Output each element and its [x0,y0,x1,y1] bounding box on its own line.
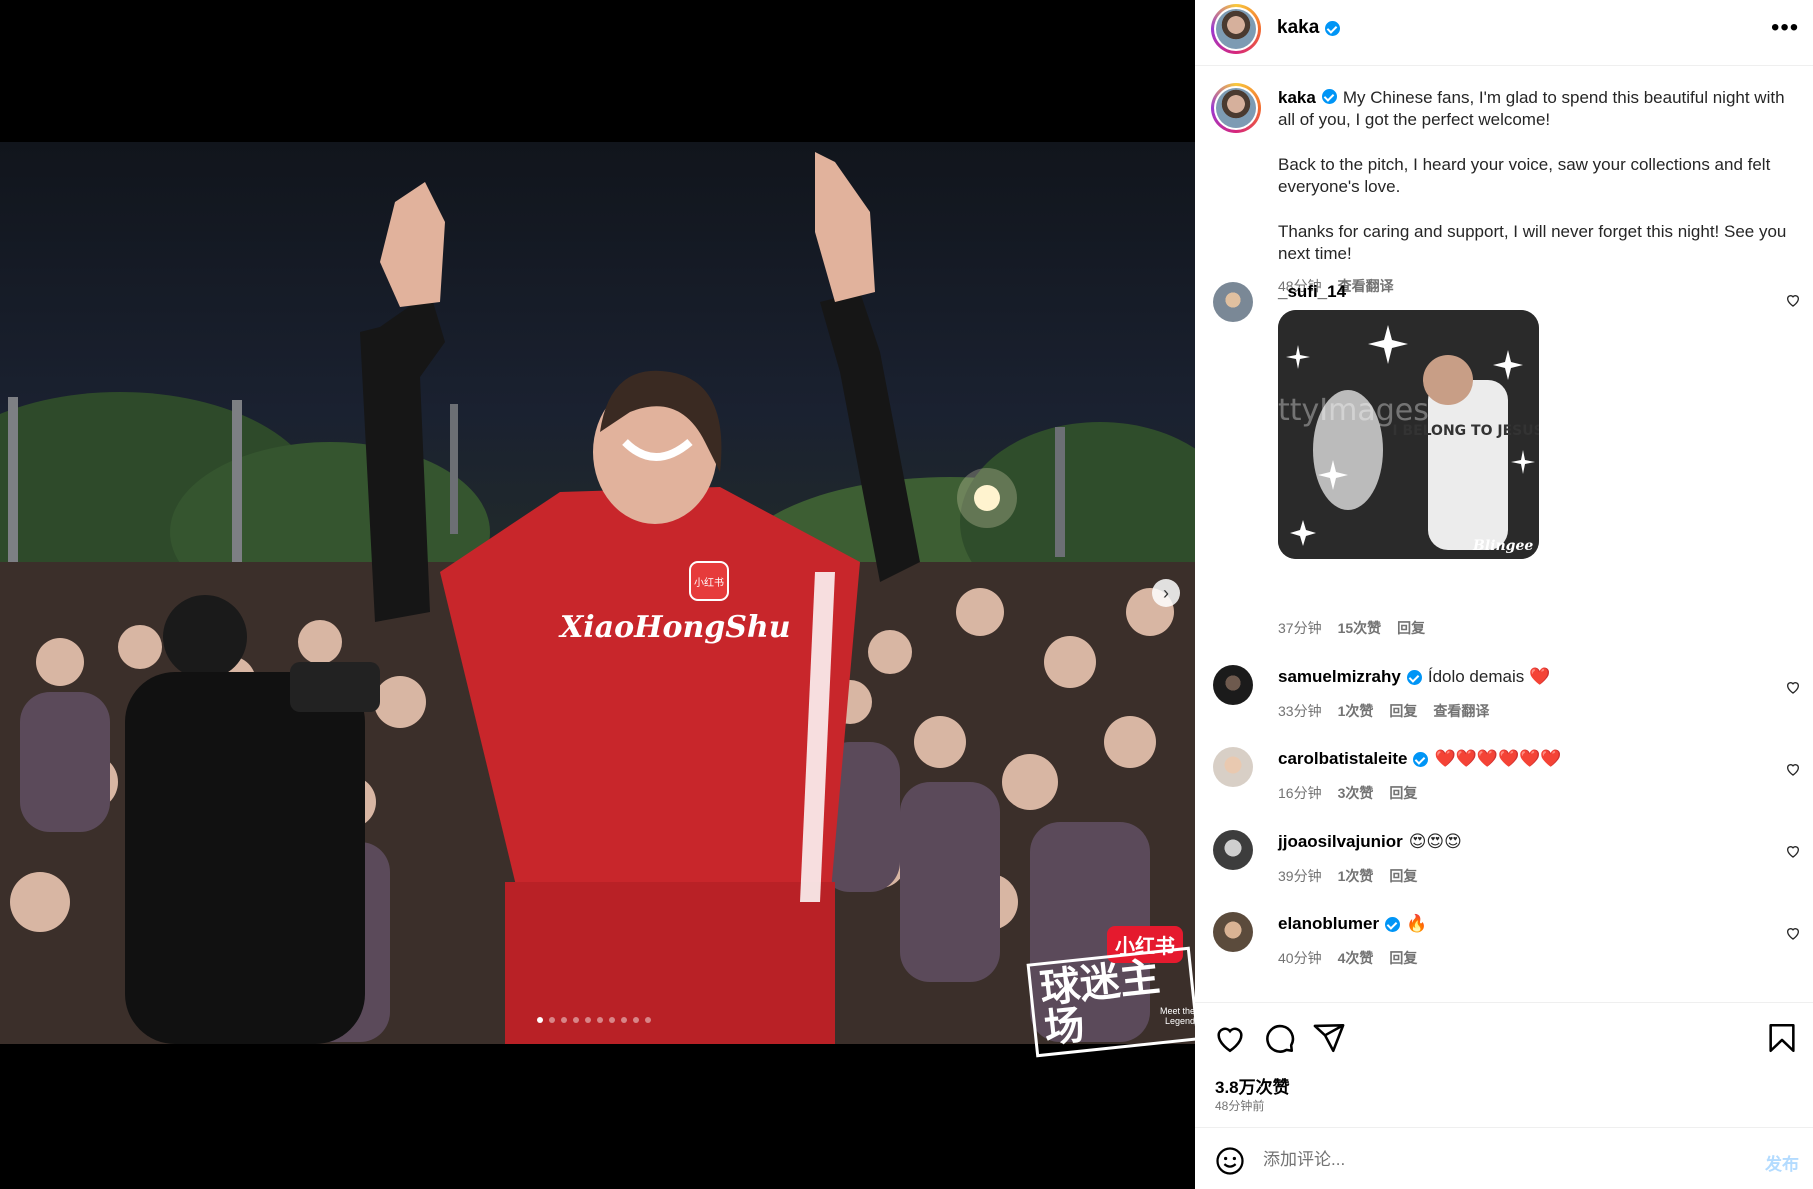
comment-text: Ídolo demais ❤️ [1427,667,1551,686]
comment-time: 16分钟 [1278,785,1322,801]
avatar[interactable] [1213,282,1253,322]
carousel-dot[interactable] [585,1017,591,1023]
post-comment-button[interactable]: 发布 [1765,1150,1799,1175]
verified-icon [1406,669,1422,685]
likes-count[interactable]: 3.8万次赞 [1215,1073,1290,1098]
caption: kaka My Chinese fans, I'm glad to spend t… [1278,87,1798,288]
comment-input[interactable] [1263,1143,1683,1177]
carousel-dot[interactable] [621,1017,627,1023]
add-comment-bar: 发布 [1195,1127,1813,1189]
share-icon[interactable] [1312,1021,1346,1055]
chevron-right-icon: › [1163,582,1169,603]
comment-body: _sufi_14 [1278,282,1346,302]
gif-brand: Blingee [1472,538,1533,554]
watermark-small: Meet the Legend [1159,1006,1195,1026]
post-header: kaka ••• [1195,0,1813,66]
comments-scroll[interactable]: kaka My Chinese fans, I'm glad to spend t… [1195,67,1813,1001]
heart-icon[interactable] [1785,679,1801,695]
verified-icon [1325,20,1341,36]
carousel-dot[interactable] [609,1017,615,1023]
watermark-white: 球迷主场 [1026,946,1195,1058]
carousel-dot[interactable] [537,1017,543,1023]
comment-body: carolbatistaleite ❤️❤️❤️❤️❤️❤️ [1278,749,1561,769]
comment-username[interactable]: samuelmizrahy [1278,667,1401,687]
avatar[interactable] [1213,912,1253,952]
comment-time: 39分钟 [1278,868,1322,884]
comment-meta: 40分钟 4次赞 回复 [1278,948,1417,968]
comment-username[interactable]: carolbatistaleite [1278,749,1407,769]
heart-icon[interactable] [1213,1021,1247,1055]
heart-icon[interactable] [1785,843,1801,859]
caption-line-2: Back to the pitch, I heard your voice, s… [1278,155,1771,196]
comment-icon[interactable] [1262,1021,1296,1055]
comment-time: 33分钟 [1278,703,1322,719]
comment-text: 😍😍😍 [1408,832,1462,851]
comment-likes[interactable]: 3次赞 [1338,783,1374,803]
more-options-icon[interactable]: ••• [1771,14,1799,42]
reply-button[interactable]: 回复 [1389,783,1417,803]
see-translation-link[interactable]: 查看翻译 [1433,701,1489,721]
comment-text: 🔥 [1406,914,1428,933]
bookmark-icon[interactable] [1765,1021,1799,1055]
comment-body: jjoaosilvajunior 😍😍😍 [1278,832,1462,852]
comment-meta: 16分钟 3次赞 回复 [1278,783,1417,803]
reply-button[interactable]: 回复 [1397,618,1425,638]
comment-text: ❤️❤️❤️❤️❤️❤️ [1434,749,1562,768]
comment-body: elanoblumer 🔥 [1278,914,1427,934]
verified-icon [1385,916,1401,932]
post-photo: XiaoHongShu 小红书 [0,142,1195,1044]
avatar[interactable] [1213,830,1253,870]
avatar[interactable] [1213,747,1253,787]
comment-username[interactable]: elanoblumer [1278,914,1379,934]
reply-button[interactable]: 回复 [1389,701,1417,721]
carousel-dot[interactable] [645,1017,651,1023]
comment-body: samuelmizrahy Ídolo demais ❤️ [1278,667,1550,687]
post-actions: 3.8万次赞 48分钟前 [1195,1002,1813,1127]
comment-likes[interactable]: 4次赞 [1338,948,1374,968]
jersey-badge: 小红书 [694,576,724,589]
caption-line-3: Thanks for caring and support, I will ne… [1278,222,1787,263]
caption-username[interactable]: kaka [1278,88,1316,107]
jersey-text: XiaoHongShu [558,610,791,645]
comment-username[interactable]: _sufi_14 [1278,282,1346,302]
emoji-icon[interactable] [1215,1146,1245,1176]
carousel-dots [537,1017,651,1023]
gif-illustration: I BELONG TO JESUS ttyImages Blingee [1278,310,1539,559]
next-slide-button[interactable]: › [1152,579,1180,607]
comment-username[interactable]: jjoaosilvajunior [1278,832,1403,852]
carousel-dot[interactable] [633,1017,639,1023]
photo-illustration: XiaoHongShu 小红书 [0,152,1195,1044]
verified-icon [1413,751,1429,767]
post-time: 48分钟前 [1215,1099,1265,1113]
comment-likes[interactable]: 1次赞 [1338,866,1374,886]
comment-time: 40分钟 [1278,950,1322,966]
comment-likes[interactable]: 1次赞 [1338,701,1374,721]
carousel-dot[interactable] [597,1017,603,1023]
gif-watermark: ttyImages [1278,393,1429,428]
carousel-dot[interactable] [573,1017,579,1023]
comment-meta: 39分钟 1次赞 回复 [1278,866,1417,886]
username-text[interactable]: kaka [1277,17,1319,39]
reply-button[interactable]: 回复 [1389,866,1417,886]
caption-avatar[interactable] [1211,83,1261,133]
heart-icon[interactable] [1785,761,1801,777]
comment-time: 37分钟 [1278,620,1322,636]
heart-icon[interactable] [1785,925,1801,941]
avatar[interactable] [1213,665,1253,705]
comment-gif[interactable]: I BELONG TO JESUS ttyImages Blingee [1278,310,1539,559]
carousel-dot[interactable] [549,1017,555,1023]
avatar[interactable] [1211,4,1261,54]
header-username[interactable]: kaka [1277,17,1341,39]
comment-likes[interactable]: 15次赞 [1338,618,1382,638]
comment-meta: 33分钟 1次赞 回复 查看翻译 [1278,701,1489,721]
reply-button[interactable]: 回复 [1389,948,1417,968]
carousel-dot[interactable] [561,1017,567,1023]
comment-meta: 37分钟 15次赞 回复 [1278,618,1425,638]
post-side-panel: kaka ••• kaka My Chinese fans, I'm glad t… [1195,0,1813,1189]
heart-icon[interactable] [1785,292,1801,308]
post-media: XiaoHongShu 小红书 小红书 球迷主场 Meet the Legend… [0,0,1195,1189]
caption-line-1: My Chinese fans, I'm glad to spend this … [1278,88,1785,129]
verified-icon [1321,89,1337,104]
